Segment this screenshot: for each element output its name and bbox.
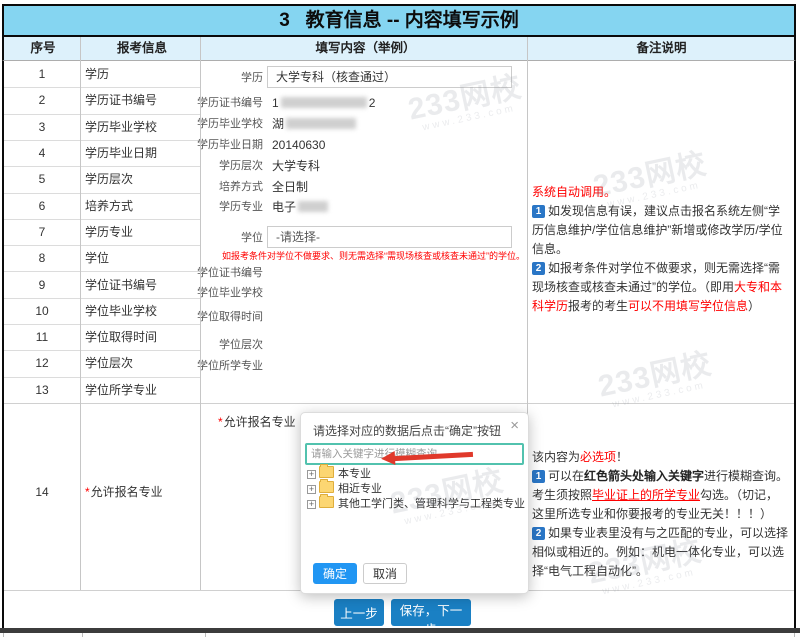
redacted-text — [281, 97, 367, 108]
field-value: 20140630 — [272, 138, 325, 152]
field-label: 学位毕业学校 — [195, 286, 263, 300]
remarks-major-block: 该内容为必选项！ 1可以在红色箭头处输入关键字进行模糊查询。考生须按照毕业证上的… — [532, 448, 789, 581]
previous-step-button[interactable]: 上一步 — [334, 599, 384, 626]
field-label: 学位 — [195, 231, 263, 245]
field-label: 学位证书编号 — [195, 266, 263, 280]
table-bottom-border — [0, 628, 800, 633]
dialog-title: 请选择对应的数据后点击“确定”按钮 — [313, 422, 501, 439]
allow-major-field-label: *允许报名专业 — [218, 413, 296, 430]
field-value: 电子 — [272, 200, 330, 214]
degree-select[interactable]: -请选择- — [267, 226, 512, 248]
expand-icon[interactable]: + — [307, 485, 316, 494]
row-divider — [4, 298, 200, 299]
expand-icon[interactable]: + — [307, 470, 316, 479]
column-divider — [200, 37, 201, 590]
field-label: 学历证书编号 — [195, 96, 263, 110]
tree-item-similar-major[interactable]: +相近专业 — [307, 481, 382, 495]
row-divider — [4, 219, 200, 220]
row-divider — [4, 324, 200, 325]
row-divider — [4, 140, 200, 141]
number-badge-icon: 1 — [532, 470, 545, 483]
field-label: 学历专业 — [195, 200, 263, 214]
table-row: 14*允许报名专业 — [3, 484, 303, 500]
field-label: 学位所学专业 — [195, 359, 263, 373]
row-divider — [4, 166, 200, 167]
row-divider — [4, 87, 200, 88]
degree-warning-note: 如报考条件对学位不做要求、则无需选择“需现场核查或核查未通过”的学位。 — [222, 249, 530, 262]
field-value: 12 — [272, 96, 375, 110]
table-row: 13学位所学专业 — [3, 382, 303, 398]
page-title: 3 教育信息 -- 内容填写示例 — [2, 4, 796, 37]
field-value: 湖 — [272, 117, 358, 131]
table-border-right — [794, 61, 796, 628]
table-header-row: 序号 报考信息 填写内容（举例） 备注说明 — [2, 37, 796, 61]
save-next-step-button[interactable]: 保存，下一步 — [391, 599, 471, 626]
folder-icon — [319, 481, 334, 493]
row-divider — [4, 193, 200, 194]
col-header-index: 序号 — [4, 37, 82, 60]
field-label: 学位取得时间 — [195, 310, 263, 324]
education-info-example-page: 3 教育信息 -- 内容填写示例 序号 报考信息 填写内容（举例） 备注说明 1… — [0, 0, 800, 637]
required-asterisk: * — [85, 485, 90, 499]
field-value: 全日制 — [272, 180, 308, 194]
field-label: 培养方式 — [195, 180, 263, 194]
field-label: 学历层次 — [195, 159, 263, 173]
number-badge-icon: 2 — [532, 262, 545, 275]
col-header-remarks: 备注说明 — [529, 37, 794, 60]
xueli-input[interactable]: 大学专科（核查通过） — [267, 66, 512, 88]
remark-intro: 系统自动调用。 — [532, 185, 616, 199]
column-divider — [80, 37, 81, 590]
tree-item-other-major[interactable]: +其他工学门类、管理科学与工程类专业 — [307, 496, 525, 510]
row-divider — [4, 114, 200, 115]
row-divider — [794, 633, 795, 637]
row-divider — [3, 633, 4, 637]
col-header-content: 填写内容（举例） — [202, 37, 529, 60]
row-divider — [4, 245, 200, 246]
expand-icon[interactable]: + — [307, 500, 316, 509]
field-label: 学位层次 — [195, 338, 263, 352]
col-header-field: 报考信息 — [82, 37, 202, 60]
remarks-degree-block: 系统自动调用。 1如发现信息有误，建议点击报名系统左侧“学历信息维护/学位信息维… — [532, 183, 789, 316]
tree-item-own-major[interactable]: +本专业 — [307, 466, 371, 480]
folder-icon — [319, 496, 334, 508]
row-divider — [4, 403, 794, 404]
field-value: 大学专科 — [272, 159, 320, 173]
field-label: 学历毕业日期 — [195, 138, 263, 152]
redacted-text — [286, 118, 356, 129]
row-divider — [4, 350, 200, 351]
confirm-button[interactable]: 确定 — [313, 563, 357, 584]
row-divider — [4, 271, 200, 272]
close-icon[interactable]: × — [510, 418, 519, 433]
row-divider — [4, 377, 200, 378]
row-divider — [205, 633, 206, 637]
folder-icon — [319, 466, 334, 478]
number-badge-icon: 1 — [532, 205, 545, 218]
row-divider — [82, 633, 83, 637]
field-label: 学历 — [195, 71, 263, 85]
cancel-button[interactable]: 取消 — [363, 563, 407, 584]
select-major-dialog: 请选择对应的数据后点击“确定”按钮 × +本专业 +相近专业 +其他工学门类、管… — [300, 412, 529, 594]
field-label: 学历毕业学校 — [195, 117, 263, 131]
required-asterisk: * — [218, 415, 223, 429]
number-badge-icon: 2 — [532, 527, 545, 540]
redacted-text — [298, 201, 328, 212]
